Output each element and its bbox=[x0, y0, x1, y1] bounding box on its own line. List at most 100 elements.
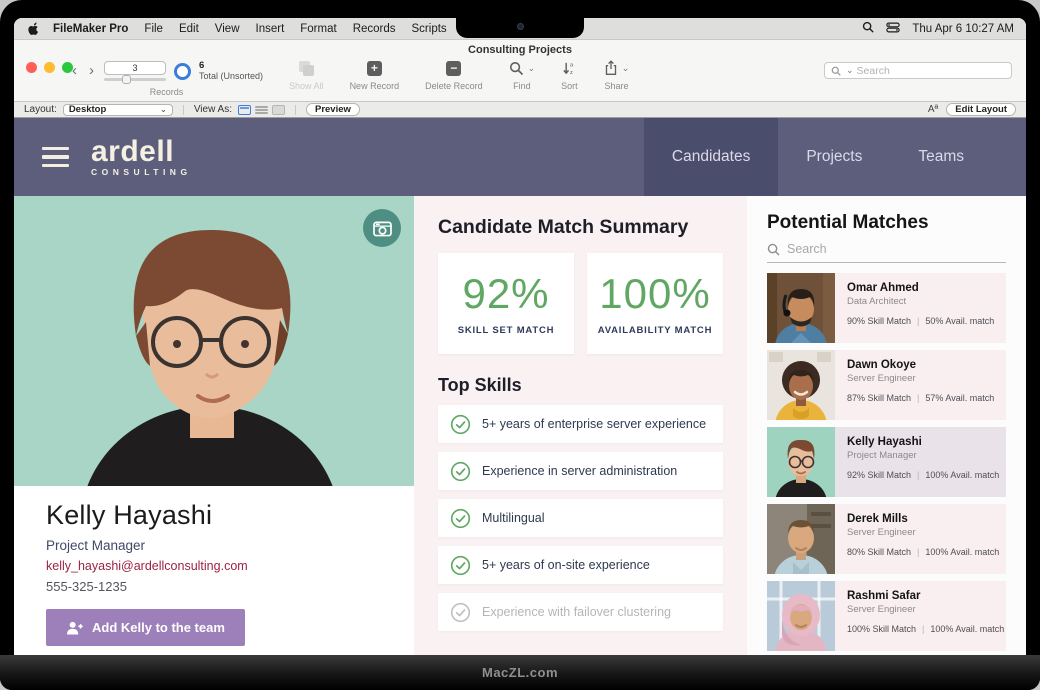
filemaker-window-chrome: Consulting Projects ‹ › 3 bbox=[14, 40, 1026, 102]
skill-row: 5+ years of on-site experience bbox=[438, 546, 723, 584]
records-caption: Records bbox=[150, 87, 184, 97]
traffic-lights bbox=[26, 62, 73, 73]
new-record-button[interactable]: + New Record bbox=[350, 58, 400, 91]
candidate-role: Project Manager bbox=[46, 538, 382, 553]
person-add-icon bbox=[66, 621, 83, 635]
current-record-field[interactable]: 3 bbox=[104, 61, 166, 75]
skill-row: 5+ years of enterprise server experience bbox=[438, 405, 723, 443]
brand-tagline: CONSULTING bbox=[91, 167, 192, 177]
view-as-label: View As: bbox=[194, 104, 232, 115]
main-content: Kelly Hayashi Project Manager kelly_haya… bbox=[14, 196, 1026, 655]
search-icon bbox=[767, 243, 780, 256]
toolbar-search-box[interactable]: ⌄ bbox=[824, 62, 1012, 79]
preview-button[interactable]: Preview bbox=[306, 103, 360, 116]
menu-edit[interactable]: Edit bbox=[179, 23, 199, 35]
match-card-omar-ahmed[interactable]: Omar Ahmed Data Architect 90% Skill Matc… bbox=[767, 273, 1006, 343]
availability-match-label: AVAILABILITY MATCH bbox=[598, 325, 713, 336]
webcam-icon bbox=[517, 23, 524, 30]
change-photo-button[interactable] bbox=[363, 209, 401, 247]
apple-logo-icon[interactable] bbox=[26, 21, 39, 36]
zoom-window-button[interactable] bbox=[62, 62, 73, 73]
match-name: Omar Ahmed bbox=[847, 282, 1006, 294]
menu-file[interactable]: File bbox=[144, 23, 163, 35]
menu-records[interactable]: Records bbox=[353, 23, 396, 35]
match-card-kelly-hayashi[interactable]: Kelly Hayashi Project Manager 92% Skill … bbox=[767, 427, 1006, 497]
search-scope-chevron-icon: ⌄ bbox=[846, 65, 854, 76]
skill-set-match-card: 92% SKILL SET MATCH bbox=[438, 253, 574, 354]
menu-scripts[interactable]: Scripts bbox=[412, 23, 447, 35]
app-navbar: ardell CONSULTING Candidates Projects Te… bbox=[14, 118, 1026, 196]
layout-dropdown[interactable]: Desktop ⌄ bbox=[63, 104, 173, 116]
match-stats: 80% Skill Match | 100% Avail. match bbox=[847, 547, 1006, 557]
tab-candidates[interactable]: Candidates bbox=[644, 118, 778, 196]
match-avatar bbox=[767, 350, 835, 420]
score-cards: 92% SKILL SET MATCH 100% AVAILABILITY MA… bbox=[438, 253, 723, 354]
candidate-email-link[interactable]: kelly_hayashi@ardellconsulting.com bbox=[46, 559, 382, 573]
delete-record-button[interactable]: − Delete Record bbox=[425, 58, 483, 91]
candidate-info: Kelly Hayashi Project Manager kelly_haya… bbox=[14, 486, 414, 646]
find-magnifier-icon bbox=[509, 61, 524, 76]
check-circle-icon bbox=[450, 555, 471, 576]
match-avatar bbox=[767, 273, 835, 343]
next-record-button[interactable]: › bbox=[87, 61, 96, 81]
match-role: Data Architect bbox=[847, 296, 1006, 307]
brand-logo: ardell CONSULTING bbox=[91, 138, 192, 177]
skill-set-match-label: SKILL SET MATCH bbox=[458, 325, 555, 336]
formatting-bar-icon[interactable]: Aª bbox=[928, 104, 938, 115]
record-totals: 6 Total (Unsorted) bbox=[199, 61, 263, 81]
match-card-dawn-okoye[interactable]: Dawn Okoye Server Engineer 87% Skill Mat… bbox=[767, 350, 1006, 420]
toolbar-search-input[interactable] bbox=[857, 65, 1005, 77]
menu-insert[interactable]: Insert bbox=[256, 23, 285, 35]
search-icon bbox=[831, 66, 841, 76]
delete-record-icon: − bbox=[446, 61, 461, 76]
check-circle-icon bbox=[450, 508, 471, 529]
menu-format[interactable]: Format bbox=[300, 23, 336, 35]
tab-teams[interactable]: Teams bbox=[890, 118, 992, 196]
minimize-window-button[interactable] bbox=[44, 62, 55, 73]
sort-button[interactable]: az Sort bbox=[561, 58, 578, 91]
record-slider[interactable]: 3 bbox=[104, 61, 166, 81]
matches-search-box[interactable] bbox=[767, 234, 1006, 263]
match-avatar bbox=[767, 504, 835, 574]
match-summary-panel: Candidate Match Summary 92% SKILL SET MA… bbox=[414, 196, 747, 655]
match-card-rashmi-safar[interactable]: Rashmi Safar Server Engineer 100% Skill … bbox=[767, 581, 1006, 651]
match-stats: 92% Skill Match | 100% Avail. match bbox=[847, 470, 1006, 480]
matches-search-input[interactable] bbox=[787, 242, 1006, 256]
toolbar: ‹ › 3 6 Total (Unsorted) Records bbox=[14, 56, 1026, 97]
menu-app-name[interactable]: FileMaker Pro bbox=[53, 23, 128, 35]
found-set-pie-icon[interactable] bbox=[174, 63, 191, 80]
show-all-button[interactable]: Show All bbox=[289, 58, 324, 91]
screen: FileMaker Pro File Edit View Insert Form… bbox=[14, 18, 1026, 655]
find-button[interactable]: ⌄ Find bbox=[509, 58, 536, 91]
total-count: 6 bbox=[199, 61, 263, 71]
menu-clock[interactable]: Thu Apr 6 10:27 AM bbox=[912, 23, 1014, 35]
hamburger-menu-icon[interactable] bbox=[42, 147, 69, 168]
new-record-icon: + bbox=[367, 61, 382, 76]
view-as-form-icon[interactable] bbox=[238, 105, 251, 115]
candidate-phone: 555-325-1235 bbox=[46, 579, 382, 594]
record-slider-handle[interactable] bbox=[122, 75, 131, 84]
check-circle-icon-gray bbox=[450, 602, 471, 623]
match-avatar bbox=[767, 427, 835, 497]
spotlight-search-icon[interactable] bbox=[862, 21, 874, 36]
view-as-list-icon[interactable] bbox=[255, 105, 268, 115]
record-slider-track[interactable] bbox=[104, 78, 166, 81]
nav-tabs: Candidates Projects Teams bbox=[644, 118, 992, 196]
control-center-icon[interactable] bbox=[886, 22, 900, 36]
close-window-button[interactable] bbox=[26, 62, 37, 73]
find-dropdown-chevron-icon: ⌄ bbox=[528, 63, 536, 74]
tab-projects[interactable]: Projects bbox=[778, 118, 890, 196]
view-as-table-icon[interactable] bbox=[272, 105, 285, 115]
match-stats: 90% Skill Match | 50% Avail. match bbox=[847, 316, 1006, 326]
skill-row: Multilingual bbox=[438, 499, 723, 537]
svg-text:z: z bbox=[570, 70, 573, 76]
add-to-team-button[interactable]: Add Kelly to the team bbox=[46, 609, 245, 646]
match-role: Project Manager bbox=[847, 450, 1006, 461]
match-card-derek-mills[interactable]: Derek Mills Server Engineer 80% Skill Ma… bbox=[767, 504, 1006, 574]
share-button[interactable]: ⌄ Share bbox=[604, 58, 630, 91]
match-name: Rashmi Safar bbox=[847, 590, 1006, 602]
menu-view[interactable]: View bbox=[215, 23, 240, 35]
potential-matches-panel: Potential Matches Omar Ahmed Data Archit… bbox=[747, 196, 1026, 655]
match-role: Server Engineer bbox=[847, 604, 1006, 615]
edit-layout-button[interactable]: Edit Layout bbox=[946, 103, 1016, 116]
